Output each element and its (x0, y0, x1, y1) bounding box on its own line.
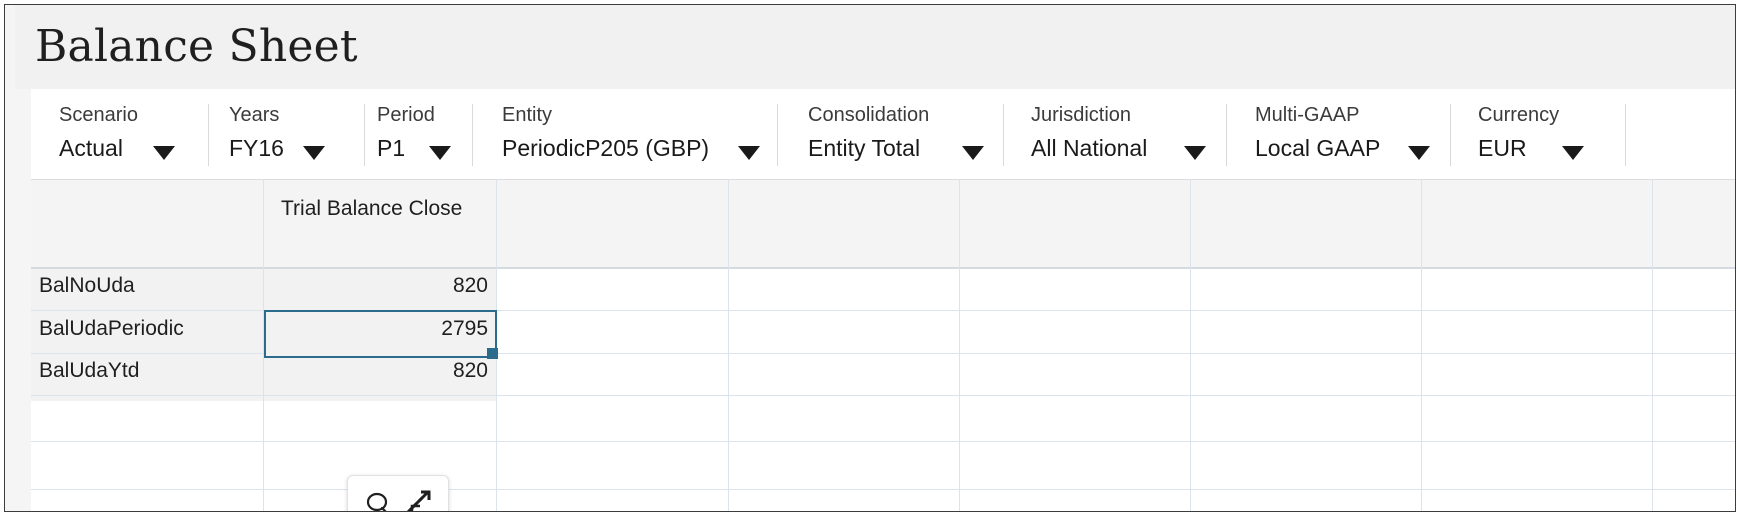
data-cell[interactable]: 820 (264, 274, 488, 298)
caret-down-icon[interactable] (962, 146, 984, 160)
pov-scenario-label: Scenario (59, 104, 138, 126)
pov-jurisdiction-value[interactable]: All National (1031, 135, 1147, 162)
row-header-balnouda[interactable]: BalNoUda (39, 274, 135, 298)
caret-down-icon[interactable] (153, 146, 175, 160)
grid-header (31, 179, 1735, 269)
pov-period[interactable]: Period P1 (377, 104, 473, 166)
row-header-baludaperiodic[interactable]: BalUdaPeriodic (39, 317, 184, 341)
comment-icon[interactable] (366, 492, 390, 512)
row-divider (31, 441, 1735, 442)
caret-down-icon[interactable] (738, 146, 760, 160)
pov-entity[interactable]: Entity PeriodicP205 (GBP) (502, 104, 778, 166)
column-header-trial-balance-close[interactable]: Trial Balance Close (281, 197, 462, 221)
column-divider (1421, 179, 1422, 511)
page-title: Balance Sheet (35, 21, 358, 72)
pov-years[interactable]: Years FY16 (229, 104, 365, 166)
pov-period-label: Period (377, 104, 435, 126)
caret-down-icon[interactable] (303, 146, 325, 160)
column-divider (959, 179, 960, 511)
pov-consolidation[interactable]: Consolidation Entity Total (808, 104, 1004, 166)
pov-jurisdiction-label: Jurisdiction (1031, 104, 1132, 126)
fill-handle[interactable] (487, 348, 498, 359)
caret-down-icon[interactable] (1562, 146, 1584, 160)
pov-currency-value[interactable]: EUR (1478, 135, 1527, 162)
caret-down-icon[interactable] (1408, 146, 1430, 160)
pov-years-label: Years (229, 104, 280, 126)
column-divider (728, 179, 729, 511)
data-cell[interactable]: 820 (264, 359, 488, 383)
data-cell[interactable]: 2795 (264, 317, 488, 341)
pov-scenario[interactable]: Scenario Actual (59, 104, 209, 166)
drill-through-icon[interactable] (404, 488, 434, 512)
pov-period-value[interactable]: P1 (377, 135, 405, 162)
pov-multi-gaap-label: Multi-GAAP (1255, 104, 1360, 126)
pov-jurisdiction[interactable]: Jurisdiction All National (1031, 104, 1227, 166)
pov-entity-label: Entity (502, 104, 553, 126)
pov-scenario-value[interactable]: Actual (59, 135, 123, 162)
pov-years-value[interactable]: FY16 (229, 135, 284, 162)
title-bar: Balance Sheet (15, 5, 1735, 89)
caret-down-icon[interactable] (1184, 146, 1206, 160)
caret-down-icon[interactable] (429, 146, 451, 160)
row-divider (31, 489, 1735, 490)
pov-consolidation-value[interactable]: Entity Total (808, 135, 920, 162)
pov-multi-gaap-value[interactable]: Local GAAP (1255, 135, 1380, 162)
pov-entity-value[interactable]: PeriodicP205 (GBP) (502, 135, 709, 162)
row-divider (31, 395, 1735, 396)
data-grid: Trial Balance Close BalNoUda 820 BalUdaP… (31, 179, 1735, 511)
pov-currency-label: Currency (1478, 104, 1560, 126)
app-frame: Balance Sheet Scenario Actual Years FY16… (4, 4, 1736, 512)
pov-consolidation-label: Consolidation (808, 104, 930, 126)
cell-action-toolbar (347, 475, 449, 512)
pov-bar: Scenario Actual Years FY16 Period P1 Ent… (31, 89, 1735, 179)
pov-currency[interactable]: Currency EUR (1478, 104, 1626, 166)
pov-multi-gaap[interactable]: Multi-GAAP Local GAAP (1255, 104, 1451, 166)
column-divider (1190, 179, 1191, 511)
row-header-baludaytd[interactable]: BalUdaYtd (39, 359, 139, 383)
column-divider (1652, 179, 1653, 511)
